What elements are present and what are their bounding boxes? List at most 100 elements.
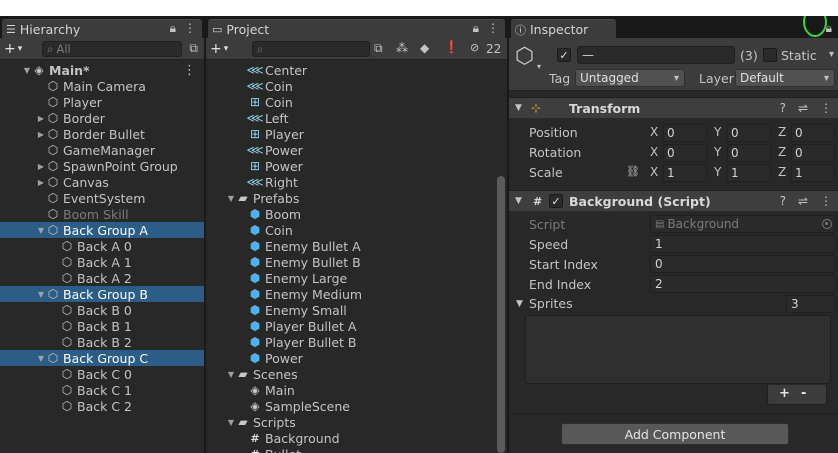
tree-item[interactable]: ⬡ Back C 1 xyxy=(0,382,204,398)
layer-dropdown[interactable]: Default xyxy=(735,69,835,87)
tree-item[interactable]: ◈ Main xyxy=(206,382,507,398)
constrain-proportions-icon[interactable]: ⛓ xyxy=(626,165,640,178)
tree-item[interactable]: ⋘ Left xyxy=(206,110,507,126)
tree-item[interactable]: ▼ ▰ Prefabs xyxy=(206,190,507,206)
collapse-arrow-icon[interactable]: ▶ xyxy=(36,114,46,123)
preset-icon[interactable]: ⇌ xyxy=(798,194,808,208)
object-name-field[interactable]: — xyxy=(577,46,735,64)
tag-icon[interactable]: ◆ xyxy=(420,41,429,55)
add-element-button[interactable]: + xyxy=(779,386,790,401)
script-component-header[interactable]: ▼ # ✓ Background (Script) ? ⇌ ⋮ xyxy=(509,190,838,212)
tree-item[interactable]: ⬡ Boom Skill xyxy=(0,206,204,222)
tree-item[interactable]: ⬢ Coin xyxy=(206,222,507,238)
kebab-menu-icon[interactable]: ⋮ xyxy=(184,21,196,35)
tree-item[interactable]: ⬡ Back A 0 xyxy=(0,238,204,254)
collapse-arrow-icon[interactable]: ▶ xyxy=(36,130,46,139)
tag-dropdown[interactable]: Untagged xyxy=(575,69,685,87)
tree-item[interactable]: ▼ ⬡ Back Group B xyxy=(0,286,204,302)
static-dropdown-icon[interactable]: ▾ xyxy=(829,49,834,60)
lock-icon[interactable]: 🔒︎ xyxy=(170,21,176,36)
tree-item[interactable]: ⊞ Power xyxy=(206,158,507,174)
scale-y-field[interactable]: 1 xyxy=(727,164,771,182)
tree-item[interactable]: # Background xyxy=(206,430,507,446)
script-enabled-checkbox[interactable]: ✓ xyxy=(549,194,563,208)
expand-arrow-icon[interactable]: ▼ xyxy=(36,226,46,235)
lock-icon[interactable]: 🔒︎ xyxy=(473,21,479,36)
tree-item[interactable]: ⬡ EventSystem xyxy=(0,190,204,206)
tree-item[interactable]: ⬡ Main Camera xyxy=(0,78,204,94)
tree-item[interactable]: ⬡ GameManager xyxy=(0,142,204,158)
hidden-packages-icon[interactable]: ⊘ xyxy=(470,41,479,54)
tree-item[interactable]: ▼ ▰ Scripts xyxy=(206,414,507,430)
tree-item[interactable]: ⬡ Back A 2 xyxy=(0,270,204,286)
position-x-field[interactable]: 0 xyxy=(663,124,707,142)
expand-arrow-icon[interactable]: ▼ xyxy=(226,418,236,427)
tree-item[interactable]: ⬢ Power xyxy=(206,350,507,366)
kebab-menu-icon[interactable]: ⋮ xyxy=(183,63,196,78)
transform-header[interactable]: ▼ ⊹ Transform ? ⇌ ⋮ xyxy=(509,97,838,119)
tree-item[interactable]: ▼ ⬡ Back Group A xyxy=(0,222,204,238)
preset-icon[interactable]: ⇌ xyxy=(798,101,808,115)
sprites-foldout-icon[interactable]: ▼ xyxy=(516,299,523,309)
scale-z-field[interactable]: 1 xyxy=(791,164,835,182)
tree-item[interactable]: ▶ ⬡ SpawnPoint Group xyxy=(0,158,204,174)
foldout-arrow-icon[interactable]: ▼ xyxy=(515,103,522,113)
tree-item[interactable]: ⬡ Back B 1 xyxy=(0,318,204,334)
collapse-arrow-icon[interactable]: ▶ xyxy=(36,162,46,171)
expand-arrow-icon[interactable]: ▼ xyxy=(22,66,32,75)
rotation-x-field[interactable]: 0 xyxy=(663,144,707,162)
tree-item[interactable]: ⊞ Coin xyxy=(206,94,507,110)
tree-item[interactable]: ⬢ Enemy Small xyxy=(206,302,507,318)
scene-visibility-icon[interactable]: ⧉ xyxy=(189,41,198,56)
tree-item[interactable]: ⊞ Player xyxy=(206,126,507,142)
static-checkbox[interactable] xyxy=(763,48,777,62)
sprites-size-field[interactable]: 3 xyxy=(786,295,836,313)
tree-item[interactable]: ⬡ Player xyxy=(0,94,204,110)
rotation-y-field[interactable]: 0 xyxy=(727,144,771,162)
project-search-input[interactable]: ⌕ xyxy=(252,41,370,57)
warning-icon[interactable]: ❗ xyxy=(444,40,459,54)
tree-item[interactable]: ⋘ Power xyxy=(206,142,507,158)
create-asset-dropdown-button[interactable]: + ▾ xyxy=(210,40,228,58)
tree-item[interactable]: ⬡ Back C 2 xyxy=(0,398,204,414)
tree-item[interactable]: ⬢ Enemy Bullet B xyxy=(206,254,507,270)
tree-item[interactable]: ⬢ Player Bullet A xyxy=(206,318,507,334)
kebab-menu-icon[interactable]: ⋮ xyxy=(487,21,499,35)
tree-item[interactable]: ◈ SampleScene xyxy=(206,398,507,414)
kebab-menu-icon[interactable]: ⋮ xyxy=(820,101,832,115)
speed-field[interactable]: 1 xyxy=(650,235,836,253)
tree-item[interactable]: ⋘ Center xyxy=(206,62,507,78)
search-by-type-icon[interactable]: ⧉ xyxy=(374,41,383,56)
tree-root-item[interactable]: ▼ ◈ Main* ⋮ xyxy=(0,62,204,78)
add-component-button[interactable]: Add Component xyxy=(561,423,789,445)
rotation-z-field[interactable]: 0 xyxy=(791,144,835,162)
tab-project[interactable]: ▭ Project xyxy=(208,19,505,39)
expand-arrow-icon[interactable]: ▼ xyxy=(36,354,46,363)
active-checkbox[interactable]: ✓ xyxy=(557,48,571,62)
tree-item[interactable]: ⬢ Boom xyxy=(206,206,507,222)
kebab-menu-icon[interactable]: ⋮ xyxy=(820,194,832,208)
help-icon[interactable]: ? xyxy=(780,194,786,208)
create-dropdown-button[interactable]: + ▾ xyxy=(4,40,22,58)
tree-item[interactable]: ▶ ⬡ Border Bullet xyxy=(0,126,204,142)
expand-arrow-icon[interactable]: ▼ xyxy=(226,370,236,379)
scale-x-field[interactable]: 1 xyxy=(663,164,707,182)
start-index-field[interactable]: 0 xyxy=(650,255,836,273)
tree-item[interactable]: ⬢ Player Bullet B xyxy=(206,334,507,350)
search-by-label-icon[interactable]: ⁂ xyxy=(396,41,408,55)
remove-element-button[interactable]: - xyxy=(801,386,806,401)
tree-item[interactable]: ⬢ Enemy Large xyxy=(206,270,507,286)
hierarchy-search-input[interactable]: ⌕ All xyxy=(42,41,182,57)
position-y-field[interactable]: 0 xyxy=(727,124,771,142)
tree-item[interactable]: ▶ ⬡ Canvas xyxy=(0,174,204,190)
tree-item[interactable]: ⬡ Back B 0 xyxy=(0,302,204,318)
expand-arrow-icon[interactable]: ▼ xyxy=(36,290,46,299)
position-z-field[interactable]: 0 xyxy=(791,124,835,142)
tree-item[interactable]: ▶ ⬡ Border xyxy=(0,110,204,126)
tree-item[interactable]: ⋘ Coin xyxy=(206,78,507,94)
project-scrollbar[interactable] xyxy=(497,176,505,453)
tree-item[interactable]: ⬡ Back A 1 xyxy=(0,254,204,270)
help-icon[interactable]: ? xyxy=(780,101,786,115)
tree-item[interactable]: #Bullet xyxy=(206,446,507,453)
tree-item[interactable]: ▼ ⬡ Back Group C xyxy=(0,350,204,366)
